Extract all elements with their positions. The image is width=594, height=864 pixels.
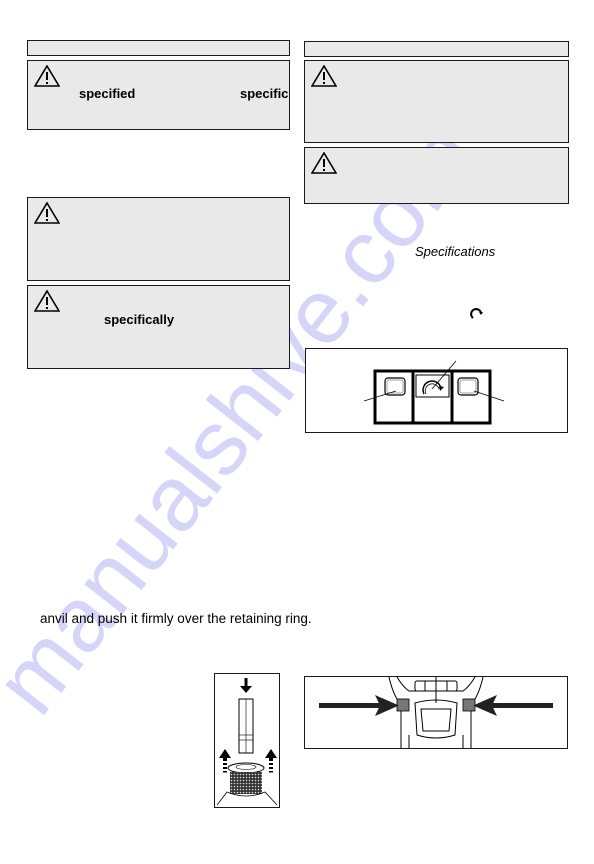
tool-top-view-illustration — [319, 676, 553, 748]
left-section-header-bar — [27, 40, 290, 56]
warning-triangle-icon — [34, 290, 60, 312]
right-release-button-icon — [462, 698, 476, 712]
chuck-collar-shape — [216, 762, 278, 806]
bold-term-specific: specific — [240, 86, 289, 101]
left-button-icon — [384, 377, 406, 396]
control-panel-illustration — [363, 360, 505, 425]
warning-triangle-icon — [311, 65, 337, 87]
figure-bit-insertion — [214, 673, 280, 808]
bold-term-specified: specified — [79, 86, 136, 101]
figure-control-panel — [305, 348, 568, 433]
figure-tool-top-view — [304, 676, 568, 749]
up-arrow-right-icon — [265, 749, 277, 773]
right-button-icon — [457, 377, 479, 396]
down-arrow-icon — [240, 678, 252, 693]
specifications-reference: Specifications — [415, 244, 496, 259]
warning-triangle-icon — [311, 152, 337, 174]
left-warning-box-1: specified specific — [27, 60, 290, 130]
clockwise-rotation-icon — [470, 308, 483, 319]
right-warning-box-1 — [304, 60, 569, 143]
body-text-line: anvil and push it firmly over the retain… — [40, 611, 312, 626]
right-section-header-bar — [304, 41, 569, 57]
left-warning-box-3: specifically — [27, 285, 290, 369]
right-warning-box-2 — [304, 147, 569, 204]
hex-bit-shape — [238, 698, 254, 754]
warning-triangle-icon — [34, 202, 60, 224]
left-warning-box-2 — [27, 197, 290, 281]
bold-term-specifically: specifically — [104, 312, 175, 327]
bit-insertion-illustration — [216, 678, 278, 806]
left-arrow-icon — [319, 695, 399, 716]
center-dial-icon — [415, 374, 450, 398]
tool-housing-outline — [388, 676, 484, 748]
left-release-button-icon — [396, 698, 410, 712]
warning-triangle-icon — [34, 65, 60, 87]
right-arrow-icon — [473, 695, 553, 716]
